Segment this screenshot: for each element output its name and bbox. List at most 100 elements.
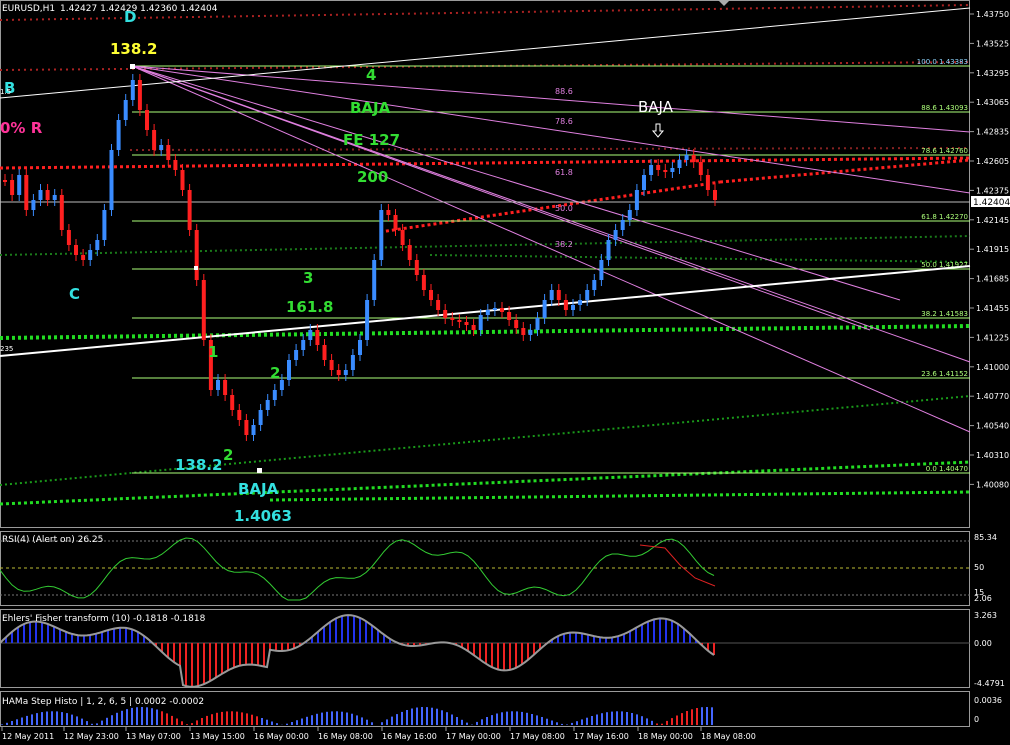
candle-body: [514, 320, 519, 328]
candle-body: [507, 312, 512, 320]
candle-body: [571, 305, 575, 310]
time-tick-label: 13 May 15:00: [190, 732, 245, 741]
candle-body: [130, 80, 135, 100]
candle-body: [471, 325, 476, 330]
label-wave3: 3: [303, 269, 313, 287]
fib-level-label: 100.0 1.43383: [917, 58, 968, 66]
chart-header-ohlc: 1.42427 1.42429 1.42360 1.42404: [60, 4, 218, 14]
price-tick-label: 1.41915: [976, 245, 1009, 254]
label-baja-low: BAJA: [238, 480, 279, 498]
candle-body: [24, 175, 29, 210]
candle-body: [365, 300, 370, 340]
candle-body: [187, 190, 192, 230]
candle-body: [620, 220, 625, 230]
candle-body: [705, 175, 710, 190]
candle-body: [52, 195, 57, 200]
candle-body: [549, 290, 554, 300]
candle-body: [216, 380, 220, 390]
dotted-level: [129, 147, 971, 151]
fisher-tick-label: -4.4791: [974, 679, 1005, 688]
label-baja-top: BAJA: [350, 99, 391, 117]
trading-chart[interactable]: 100.0 1.43383 88.6 1.43093 78.6 1.42760 61.…: [0, 0, 1010, 745]
candle-body: [563, 300, 568, 310]
candle-body: [230, 395, 235, 410]
candle-body: [379, 210, 384, 260]
candle-body: [421, 275, 426, 290]
price-tick-label: 1.41225: [976, 333, 1009, 342]
dotted-level: [0, 156, 971, 170]
rsi-line: [0, 537, 715, 601]
swing-low-marker: [257, 468, 262, 473]
fib-level-label: 0.0 1.40470: [926, 465, 968, 473]
fibonacci-retracement[interactable]: 100.0 1.43383 88.6 1.43093 78.6 1.42760 61.…: [132, 58, 970, 474]
trend-lines[interactable]: [0, 7, 971, 357]
candle-body: [656, 165, 661, 170]
fisher-tick-label: 3.263: [974, 611, 997, 620]
fan-line[interactable]: [131, 65, 971, 433]
candle-body: [109, 150, 114, 210]
fan-line[interactable]: [131, 65, 971, 133]
candle-body: [137, 80, 142, 110]
candle-body: [400, 230, 405, 245]
candle-body: [592, 280, 597, 290]
rsi-panel[interactable]: 85.3450152.06: [0, 533, 997, 603]
candle-body: [393, 215, 398, 230]
price-tick-label: 1.42375: [976, 186, 1009, 195]
label-low-ratio: 138.2: [175, 456, 222, 474]
candle-body: [492, 308, 497, 310]
price-tick-label: 1.43295: [976, 69, 1009, 78]
candle-body: [166, 145, 171, 160]
rsi-tick-label: 2.06: [974, 594, 992, 603]
candle-body: [287, 360, 291, 380]
dotted-level: [379, 180, 721, 234]
time-tick-label: 13 May 07:00: [126, 732, 181, 741]
price-tick-label: 1.42145: [976, 216, 1009, 225]
candle-body: [542, 300, 547, 318]
label-left-235: 235: [0, 345, 13, 353]
fan-label: 78.6: [555, 117, 573, 126]
time-tick-label: 18 May 00:00: [638, 732, 693, 741]
time-axis: 12 May 2011 12 May 23:00 13 May 07:00 13 Ma…: [1, 727, 756, 741]
candle-body: [38, 190, 43, 200]
label-wave1: 1: [208, 343, 218, 361]
candle-body: [350, 355, 355, 370]
fibonacci-fan[interactable]: 88.6 78.6 61.8 50.0 38.2: [131, 65, 971, 433]
price-tick-label: 1.40080: [976, 480, 1009, 489]
label-200: 200: [357, 168, 388, 186]
candle-body: [414, 260, 419, 275]
fan-line[interactable]: [131, 65, 871, 331]
time-tick-label: 16 May 00:00: [254, 732, 309, 741]
price-tick-label: 1.41685: [976, 275, 1009, 284]
price-tick-label: 1.41455: [976, 304, 1009, 313]
candle-body: [3, 180, 7, 182]
time-tick-label: 18 May 08:00: [701, 732, 756, 741]
fib-level-label: 23.6 1.41152: [921, 370, 968, 378]
price-tick-label: 1.42835: [976, 128, 1009, 137]
fan-line[interactable]: [131, 65, 971, 194]
candle-body: [556, 290, 561, 300]
time-tick-label: 16 May 16:00: [382, 732, 437, 741]
candle-body: [10, 180, 15, 195]
chart-shift-marker[interactable]: [718, 0, 730, 6]
mid-marker: [194, 266, 198, 270]
fib-level-label: 88.6 1.43093: [921, 104, 968, 112]
dotted-level: [269, 490, 971, 502]
candle-body: [485, 310, 490, 315]
fisher-title: Ehlers' Fisher transform (10) -0.1818 -0…: [2, 614, 206, 624]
price-tick-label: 1.40540: [976, 422, 1009, 431]
candle-body: [429, 290, 433, 300]
rsi-title: RSI(4) (Alert on) 26.25: [2, 535, 103, 545]
candle-body: [677, 160, 682, 168]
candle-body: [265, 400, 270, 410]
fisher-tick-label: 0.00: [974, 639, 992, 648]
label-left-15: 1.5: [0, 88, 11, 96]
label-wave2b: 2: [223, 446, 233, 464]
price-tick-label: 1.41000: [976, 363, 1009, 372]
fan-label: 88.6: [555, 87, 573, 96]
dotted-level: [0, 235, 971, 256]
hama-tick-label: 0.0036: [974, 696, 1002, 705]
fan-line[interactable]: [131, 65, 901, 301]
candle-body: [322, 345, 327, 360]
label-c: C: [69, 285, 80, 303]
candle-body: [59, 195, 64, 230]
